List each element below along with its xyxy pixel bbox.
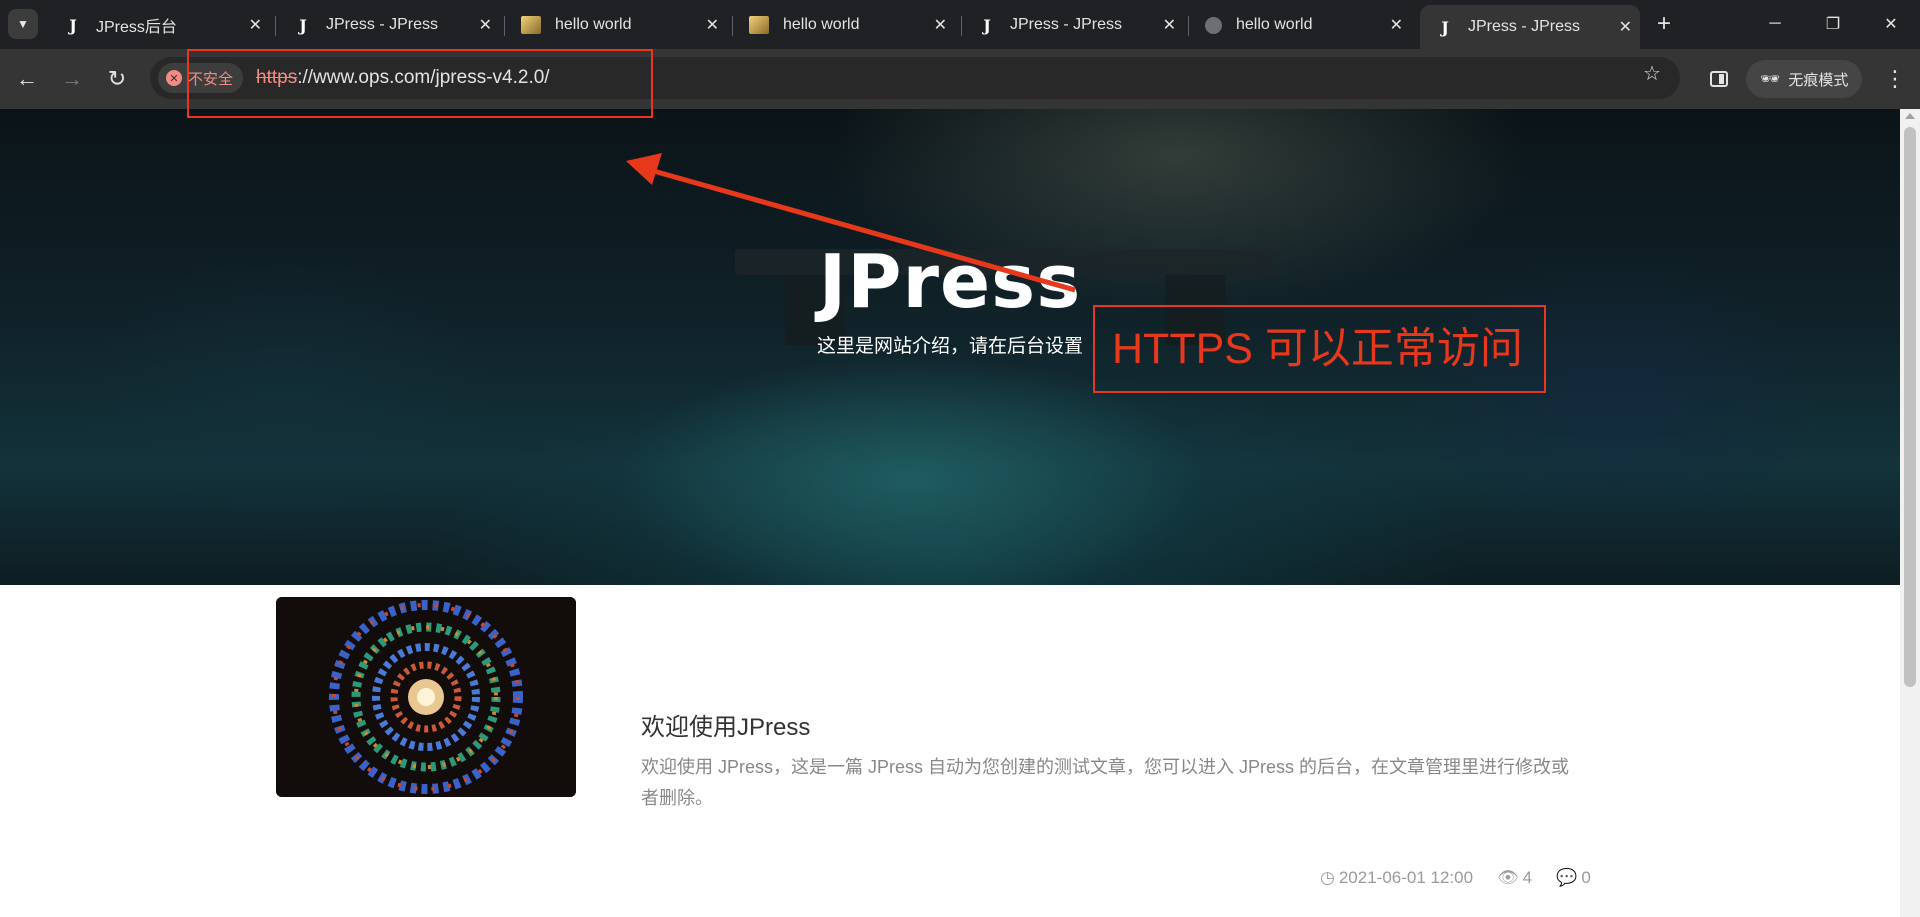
minimize-icon[interactable]: ─ (1752, 8, 1798, 40)
tab-search-button[interactable]: ▼ (8, 9, 38, 39)
tab-7-active[interactable]: J JPress - JPress ✕ (1420, 5, 1640, 49)
jpress-logo-icon: J (1441, 17, 1449, 37)
new-tab-button[interactable]: + (1650, 10, 1678, 38)
tab-1[interactable]: J JPress后台 ✕ (48, 7, 270, 43)
browser-window: ▼ J JPress后台 ✕ J JPress - JPress ✕ hello… (0, 0, 1920, 917)
stained-glass-spiral-image (276, 597, 576, 797)
browser-menu-icon[interactable]: ⋮ (1880, 62, 1910, 96)
page-scrollbar[interactable] (1900, 109, 1920, 917)
site-title: JPress (818, 239, 1082, 325)
site-description: 这里是网站介绍，请在后台设置 (816, 336, 1083, 357)
back-button[interactable]: ← (10, 62, 44, 96)
tab-6[interactable]: hello world ✕ (1189, 7, 1411, 43)
tab-separator (275, 16, 276, 36)
side-panel-icon[interactable] (1704, 64, 1734, 94)
tab-title: JPress - JPress (326, 16, 439, 33)
incognito-indicator[interactable]: 🕶 无痕模式 (1746, 60, 1863, 98)
tab-title: JPress后台 (96, 19, 177, 36)
article-title[interactable]: 欢迎使用JPress (641, 707, 810, 742)
tab-strip: ▼ J JPress后台 ✕ J JPress - JPress ✕ hello… (0, 0, 1920, 49)
tab-4[interactable]: hello world ✕ (733, 7, 955, 43)
close-tab-icon[interactable]: ✕ (934, 15, 947, 35)
close-tab-icon[interactable]: ✕ (1619, 17, 1632, 37)
reload-button[interactable]: ↻ (100, 62, 134, 96)
image-favicon-icon (521, 16, 541, 34)
jpress-logo-icon: J (299, 15, 307, 35)
close-window-icon[interactable]: ✕ (1868, 8, 1914, 40)
scroll-up-icon[interactable] (1905, 113, 1915, 119)
tab-5[interactable]: J JPress - JPress ✕ (962, 7, 1184, 43)
tab-2[interactable]: J JPress - JPress ✕ (278, 7, 500, 43)
insecure-warning-icon: ✕ (166, 70, 182, 86)
close-tab-icon[interactable]: ✕ (1163, 15, 1176, 35)
tab-title: hello world (1236, 16, 1313, 33)
article-thumbnail[interactable] (276, 597, 576, 797)
article-excerpt: 欢迎使用 JPress，这是一篇 JPress 自动为您创建的测试文章，您可以进… (641, 757, 1570, 808)
hero-banner: JPress 这里是网站介绍，请在后台设置 (0, 109, 1900, 585)
image-favicon-icon (749, 16, 769, 34)
close-tab-icon[interactable]: ✕ (706, 15, 719, 35)
tab-title: JPress - JPress (1468, 18, 1581, 35)
annotation-url-highlight-box (187, 49, 653, 118)
article-meta: ◷ 2021-06-01 12:00 👁 4 💬 0 (1320, 868, 1591, 888)
tab-3[interactable]: hello world ✕ (505, 7, 727, 43)
restore-icon[interactable]: ❐ (1810, 8, 1856, 40)
bookmark-star-icon[interactable]: ☆ (1640, 61, 1664, 85)
tab-title: hello world (555, 16, 632, 33)
eye-icon: 👁 (1497, 868, 1519, 887)
article-date: ◷ 2021-06-01 12:00 (1320, 868, 1474, 887)
article-comments: 💬 0 (1556, 868, 1591, 887)
incognito-icon: 🕶 (1760, 71, 1781, 88)
article-views: 👁 4 (1497, 868, 1533, 887)
clock-icon: ◷ (1320, 868, 1335, 887)
scrollbar-thumb[interactable] (1904, 127, 1916, 687)
tab-title: hello world (783, 16, 860, 33)
jpress-logo-icon: J (983, 15, 991, 35)
incognito-label: 无痕模式 (1788, 71, 1849, 89)
close-tab-icon[interactable]: ✕ (1390, 15, 1403, 35)
annotation-label: HTTPS 可以正常访问 (1112, 325, 1523, 373)
close-tab-icon[interactable]: ✕ (479, 15, 492, 35)
jpress-logo-icon: J (69, 15, 77, 35)
globe-icon (1205, 16, 1222, 34)
tab-title: JPress - JPress (1010, 16, 1123, 33)
forward-button[interactable]: → (55, 62, 89, 96)
comment-icon: 💬 (1556, 868, 1578, 887)
close-tab-icon[interactable]: ✕ (249, 15, 262, 35)
